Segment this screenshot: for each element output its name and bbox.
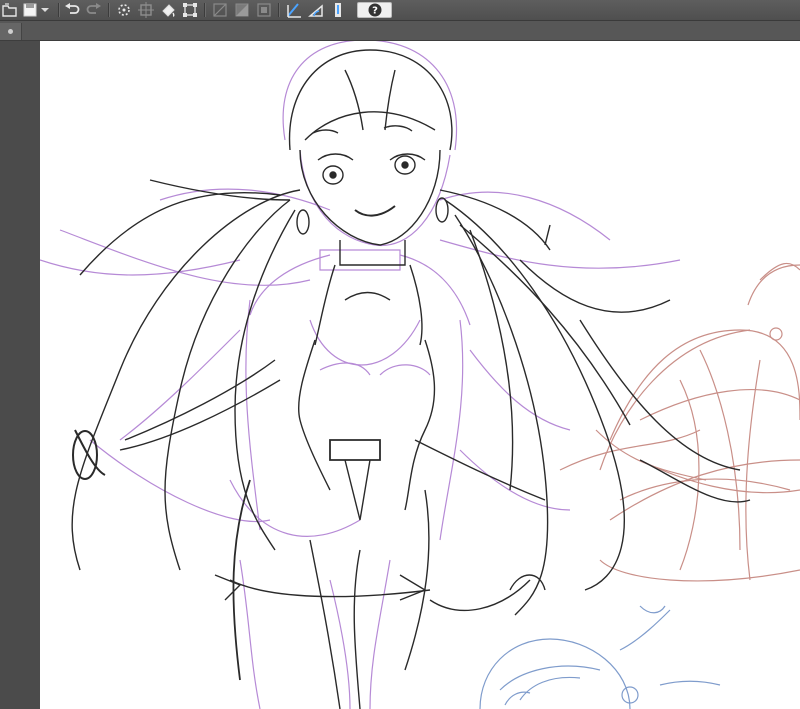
ruler-snap-icon: [287, 3, 301, 18]
drawing-canvas[interactable]: [40, 41, 800, 709]
clear-selection-icon: [213, 3, 227, 17]
select-layer-button[interactable]: [254, 1, 274, 19]
select-all-button[interactable]: [136, 1, 156, 19]
save-icon: [23, 3, 37, 17]
blue-sketch-layer: [479, 605, 721, 709]
special-ruler-snap-toggle[interactable]: [306, 1, 326, 19]
command-toolbar: ?: [0, 0, 800, 21]
clear-selection-button[interactable]: [210, 1, 230, 19]
red-sketch-layer: [559, 262, 800, 582]
special-ruler-snap-icon: [308, 4, 323, 17]
toolbar-separator: [278, 3, 279, 17]
invert-selection-button[interactable]: [232, 1, 252, 19]
transform-icon: [183, 3, 197, 17]
redo-icon: [86, 3, 101, 14]
deselect-icon: [118, 4, 130, 16]
toolbar-separator: [108, 3, 109, 17]
save-button[interactable]: [20, 1, 40, 19]
grid-snap-icon: [335, 3, 341, 17]
purple-sketch-layer: [40, 41, 681, 709]
undo-icon: [65, 3, 80, 14]
save-menu-chevron-icon: [41, 8, 49, 12]
help-button[interactable]: ?: [357, 2, 392, 18]
deselect-button[interactable]: [114, 1, 134, 19]
line-art-layer: [71, 49, 751, 709]
open-file-icon: [2, 3, 17, 17]
transform-button[interactable]: [180, 1, 200, 19]
undo-button[interactable]: [62, 1, 82, 19]
sketch-artwork: [40, 41, 800, 709]
fill-icon: [162, 4, 175, 17]
workspace-gutter: [0, 41, 40, 709]
help-glyph: ?: [372, 6, 378, 17]
fill-button[interactable]: [158, 1, 178, 19]
grid-snap-toggle[interactable]: [328, 1, 348, 19]
document-tab-bar: [0, 21, 800, 41]
toolbar-separator: [204, 3, 205, 17]
open-file-button[interactable]: [0, 1, 20, 19]
document-tab[interactable]: [0, 23, 22, 40]
invert-selection-icon: [235, 3, 249, 17]
toolbar-separator: [58, 3, 59, 17]
select-all-icon: [138, 2, 154, 18]
tab-indicator-dot: [8, 29, 13, 34]
ruler-snap-toggle[interactable]: [284, 1, 304, 19]
redo-button[interactable]: [84, 1, 104, 19]
help-icon: ?: [368, 3, 381, 17]
select-layer-icon: [257, 3, 271, 17]
save-menu-button[interactable]: [38, 1, 52, 19]
